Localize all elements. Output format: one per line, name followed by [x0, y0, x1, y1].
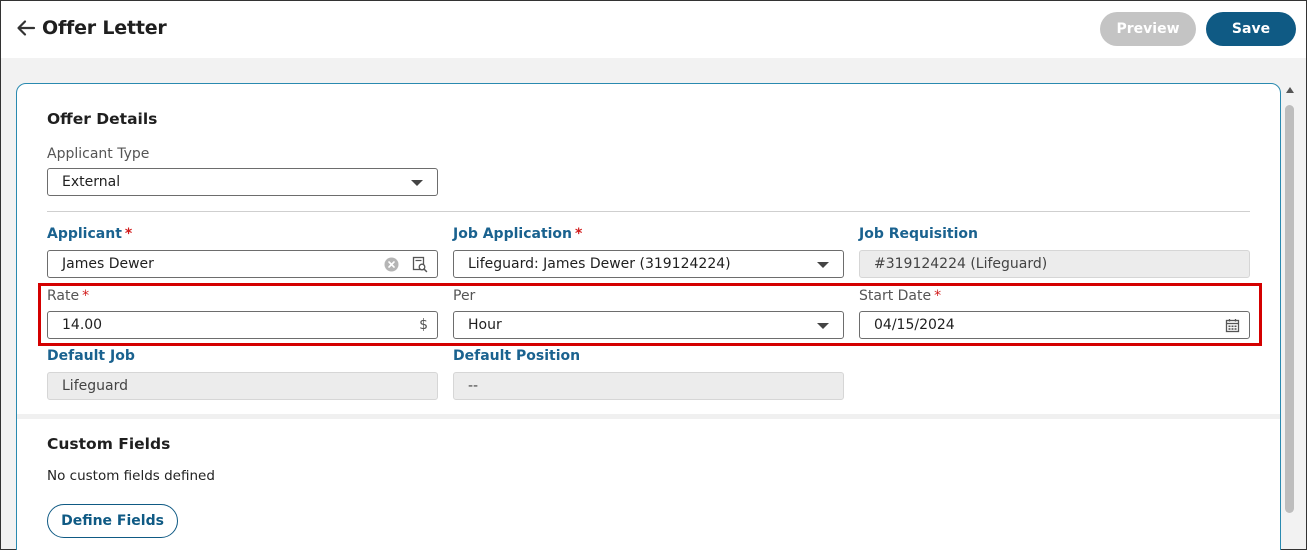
job-application-select[interactable]: Lifeguard: James Dewer (319124224)	[453, 250, 844, 278]
applicant-value: James Dewer	[62, 256, 154, 272]
job-application-value: Lifeguard: James Dewer (319124224)	[468, 256, 731, 272]
default-job-value: Lifeguard	[62, 378, 128, 394]
default-job-field: Lifeguard	[47, 372, 438, 400]
default-job-label: Default Job	[47, 348, 135, 364]
default-position-label: Default Position	[453, 348, 581, 364]
job-application-label: Job Application *	[453, 226, 582, 242]
scrollbar[interactable]	[1284, 83, 1296, 549]
job-application-label-text: Job Application	[453, 226, 573, 242]
scroll-thumb[interactable]	[1285, 105, 1294, 513]
default-position-value: --	[468, 378, 479, 394]
required-marker: *	[575, 226, 583, 242]
scroll-up-arrow-icon[interactable]	[1286, 87, 1294, 93]
clear-icon[interactable]	[384, 257, 399, 272]
default-position-field: --	[453, 372, 844, 400]
applicant-type-select[interactable]: External	[47, 168, 438, 196]
job-requisition-field: #319124224 (Lifeguard)	[859, 250, 1250, 278]
highlight-box	[38, 283, 1262, 346]
offer-details-heading: Offer Details	[47, 110, 158, 128]
search-record-icon[interactable]	[412, 256, 428, 273]
preview-button[interactable]: Preview	[1100, 12, 1196, 46]
applicant-type-value: External	[62, 174, 121, 190]
save-button[interactable]: Save	[1206, 12, 1296, 46]
section-separator	[17, 414, 1280, 419]
applicant-type-label: Applicant Type	[47, 146, 150, 162]
page-title: Offer Letter	[42, 17, 167, 39]
applicant-label: Applicant *	[47, 226, 132, 242]
section-divider	[47, 211, 1250, 212]
job-requisition-value: #319124224 (Lifeguard)	[874, 256, 1048, 272]
define-fields-button[interactable]: Define Fields	[47, 504, 178, 538]
back-button[interactable]	[15, 17, 37, 39]
dropdown-caret-icon	[411, 180, 423, 186]
job-requisition-label: Job Requisition	[859, 226, 978, 242]
dropdown-caret-icon	[817, 262, 829, 268]
required-marker: *	[124, 226, 133, 242]
page-header: Offer Letter Preview Save	[1, 1, 1306, 58]
custom-fields-heading: Custom Fields	[47, 435, 171, 453]
no-custom-fields-text: No custom fields defined	[47, 468, 215, 484]
applicant-input[interactable]: James Dewer	[47, 250, 438, 278]
back-arrow-icon	[17, 20, 36, 36]
applicant-label-text: Applicant	[47, 226, 122, 242]
